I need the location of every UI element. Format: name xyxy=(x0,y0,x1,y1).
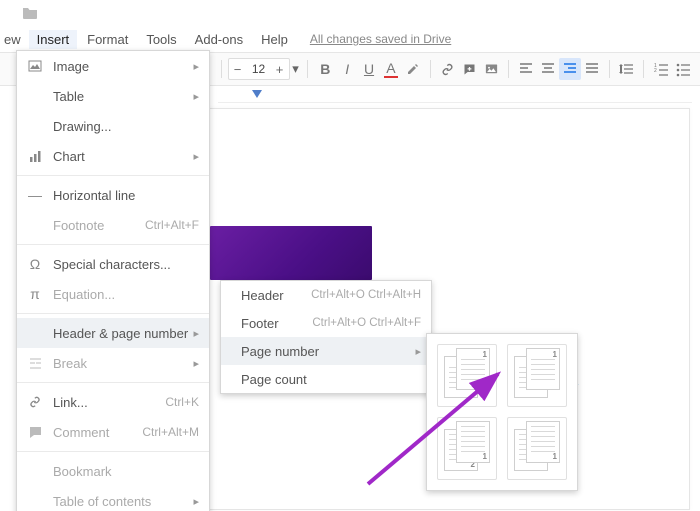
menu-item-link[interactable]: Link...Ctrl+K xyxy=(17,387,209,417)
menu-item-horizontal-line[interactable]: —Horizontal line xyxy=(17,180,209,210)
break-icon xyxy=(25,357,45,370)
chevron-right-icon: ▸ xyxy=(193,150,199,163)
page-number-top-right-skip-first[interactable]: 1 xyxy=(507,344,567,407)
comment-icon xyxy=(25,426,45,439)
header-page-number-submenu: HeaderCtrl+Alt+O Ctrl+Alt+H FooterCtrl+A… xyxy=(220,280,432,394)
insert-image-button[interactable] xyxy=(480,58,502,80)
menu-item-table-of-contents[interactable]: Table of contents▸ xyxy=(17,486,209,511)
chevron-right-icon: ▸ xyxy=(193,90,199,103)
font-size-control[interactable]: −12+ xyxy=(228,58,290,80)
menu-addons[interactable]: Add-ons xyxy=(187,30,251,49)
italic-button[interactable]: I xyxy=(336,58,358,80)
align-justify-button[interactable] xyxy=(581,58,603,80)
menu-item-bookmark[interactable]: Bookmark xyxy=(17,456,209,486)
ruler xyxy=(218,88,692,103)
chevron-right-icon: ▸ xyxy=(415,345,421,358)
page-number-bottom-right[interactable]: 2 1 xyxy=(437,417,497,480)
menu-item-comment[interactable]: CommentCtrl+Alt+M xyxy=(17,417,209,447)
purple-rectangle xyxy=(210,226,372,280)
menu-item-special-characters[interactable]: ΩSpecial characters... xyxy=(17,249,209,279)
pi-icon: π xyxy=(25,286,45,302)
menu-item-header-page-number[interactable]: Header & page number▸ xyxy=(17,318,209,348)
bold-button[interactable]: B xyxy=(314,58,336,80)
svg-text:2: 2 xyxy=(654,68,657,74)
submenu-footer[interactable]: FooterCtrl+Alt+O Ctrl+Alt+F xyxy=(221,309,431,337)
indent-marker-icon[interactable] xyxy=(252,90,262,100)
align-right-button[interactable] xyxy=(559,58,581,80)
page-number-bottom-right-skip-first[interactable]: 1 xyxy=(507,417,567,480)
submenu-page-count[interactable]: Page count xyxy=(221,365,431,393)
line-spacing-button[interactable] xyxy=(616,58,638,80)
menu-item-drawing[interactable]: Drawing... xyxy=(17,111,209,141)
image-icon xyxy=(25,59,45,73)
menu-item-table[interactable]: Table▸ xyxy=(17,81,209,111)
add-comment-button[interactable] xyxy=(458,58,480,80)
page-number-top-right[interactable]: 2 1 xyxy=(437,344,497,407)
menu-item-chart[interactable]: Chart▸ xyxy=(17,141,209,171)
menubar: ew Insert Format Tools Add-ons Help All … xyxy=(0,28,451,50)
insert-menu-dropdown: Image▸ Table▸ Drawing... Chart▸ —Horizon… xyxy=(16,50,210,511)
link-icon xyxy=(25,395,45,409)
chart-icon xyxy=(25,150,45,163)
chevron-right-icon: ▸ xyxy=(193,495,199,508)
chevron-right-icon: ▸ xyxy=(193,60,199,73)
numbered-list-button[interactable]: 12 xyxy=(650,58,672,80)
chevron-down-icon[interactable]: ▾ xyxy=(290,61,302,77)
underline-button[interactable]: U xyxy=(358,58,380,80)
align-center-button[interactable] xyxy=(537,58,559,80)
menu-item-break[interactable]: Break▸ xyxy=(17,348,209,378)
chevron-right-icon: ▸ xyxy=(193,357,199,370)
menu-tools[interactable]: Tools xyxy=(138,30,184,49)
line-icon: — xyxy=(25,187,45,203)
menu-format[interactable]: Format xyxy=(79,30,136,49)
menu-view[interactable]: ew xyxy=(0,30,27,49)
highlight-button[interactable] xyxy=(402,58,424,80)
menu-item-footnote[interactable]: FootnoteCtrl+Alt+F xyxy=(17,210,209,240)
align-left-button[interactable] xyxy=(515,58,537,80)
menu-item-equation[interactable]: πEquation... xyxy=(17,279,209,309)
omega-icon: Ω xyxy=(25,256,45,272)
page-number-options: 2 1 1 2 1 1 xyxy=(426,333,578,491)
submenu-header[interactable]: HeaderCtrl+Alt+O Ctrl+Alt+H xyxy=(221,281,431,309)
insert-link-button[interactable] xyxy=(437,58,459,80)
menu-help[interactable]: Help xyxy=(253,30,296,49)
submenu-page-number[interactable]: Page number▸ xyxy=(221,337,431,365)
folder-icon xyxy=(22,6,38,23)
menu-insert[interactable]: Insert xyxy=(29,30,78,49)
bulleted-list-button[interactable] xyxy=(672,58,694,80)
text-color-button[interactable]: A xyxy=(380,58,402,80)
chevron-right-icon: ▸ xyxy=(193,327,199,340)
menu-item-image[interactable]: Image▸ xyxy=(17,51,209,81)
save-status: All changes saved in Drive xyxy=(310,32,451,46)
